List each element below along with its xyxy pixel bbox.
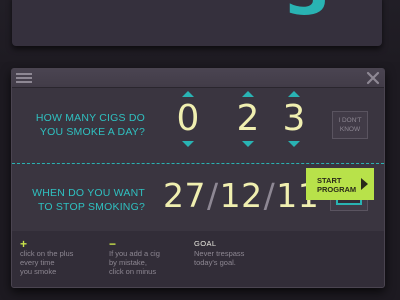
quit-date-month: 12 [219,176,263,215]
hint-goal: GOAL Never trespass today's goal. [194,239,264,267]
quit-date-question: WHEN DO YOU WANT TO STOP SMOKING? [32,187,145,213]
minus-icon: − [109,237,117,251]
decrement-arrow-icon[interactable] [182,141,194,147]
quit-date-value[interactable]: 27/12/11 [163,174,319,218]
decrement-arrow-icon[interactable] [242,141,254,147]
dont-know-button[interactable]: I DON'T KNOW [332,111,368,139]
hamburger-menu-icon[interactable] [16,73,32,84]
digit-picker-ones: 3 [278,91,310,147]
hint-minus: − If you add a cig by mistake, click on … [109,237,179,276]
start-program-button[interactable]: START PROGRAM [306,168,374,200]
decrement-arrow-icon[interactable] [288,141,300,147]
goal-title: GOAL [194,239,217,248]
hint-plus: + click on the plus every time you smoke [20,237,90,276]
cigs-per-day-row: HOW MANY CIGS DO YOU SMOKE A DAY? 0 2 3 … [12,87,384,164]
quit-date-day: 27 [163,176,206,215]
date-separator: / [263,176,276,215]
hints-bar: + click on the plus every time you smoke… [12,231,384,287]
play-arrow-icon [361,178,368,190]
digit-ones: 3 [282,98,306,139]
digit-hundreds: 0 [176,98,200,139]
plus-icon: + [20,237,28,251]
close-icon[interactable] [366,70,380,86]
digit-tens: 2 [236,98,260,139]
date-separator: / [207,176,219,215]
digit-picker-tens: 2 [232,91,264,147]
digit-picker-hundreds: 0 [172,91,204,147]
panel-titlebar [12,69,384,88]
cigs-question: HOW MANY CIGS DO YOU SMOKE A DAY? [35,112,145,138]
background-card-digit: 3 [285,0,330,30]
background-card: 3 [12,0,382,46]
